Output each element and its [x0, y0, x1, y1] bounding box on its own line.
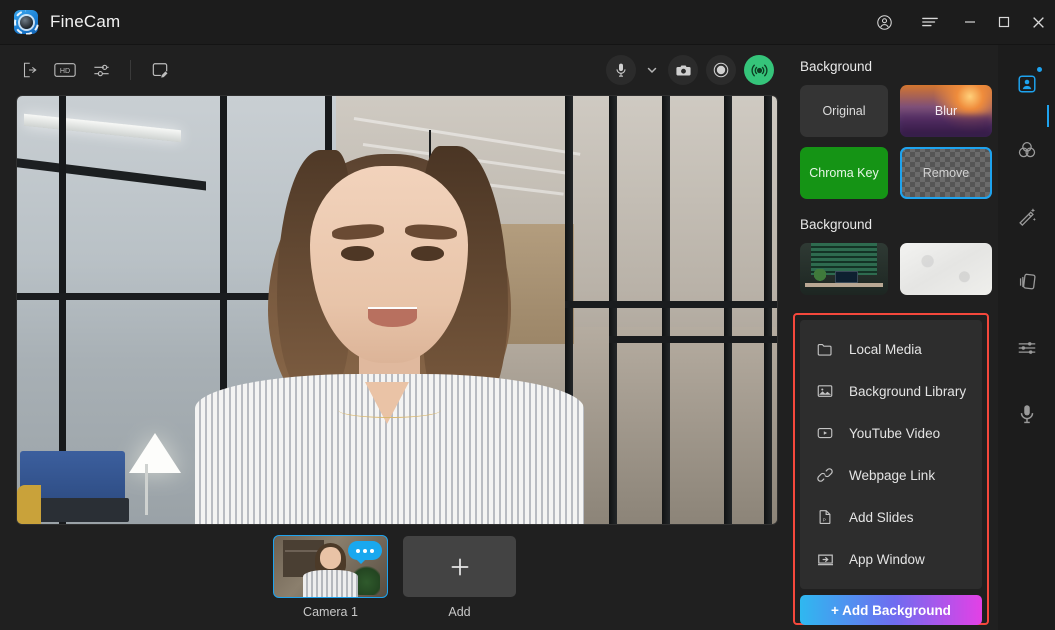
background-thumbnail-marble[interactable] — [900, 243, 992, 295]
background-mode-original[interactable]: Original — [800, 85, 888, 137]
annotate-button[interactable] — [145, 56, 175, 84]
background-mode-remove-label: Remove — [922, 166, 970, 180]
menu-item-local-media-label: Local Media — [849, 341, 922, 357]
background-library-title: Background — [800, 217, 873, 232]
play-rectangle-icon — [814, 422, 836, 444]
add-background-button[interactable]: + Add Background — [800, 595, 982, 625]
app-title: FineCam — [50, 12, 121, 31]
svg-text:P: P — [823, 518, 826, 524]
camera-strip: Camera 1 Add — [0, 532, 790, 630]
background-thumbnail-office[interactable] — [800, 243, 888, 295]
menu-item-app-window-label: App Window — [849, 551, 925, 567]
menu-item-local-media[interactable]: Local Media — [800, 328, 982, 370]
add-camera-button[interactable] — [403, 536, 516, 597]
add-background-menu-highlight: Local Media Background Library YouTube V… — [793, 313, 989, 625]
background-mode-chroma-key-label: Chroma Key — [809, 166, 879, 180]
rail-beautify-tab[interactable] — [1010, 199, 1044, 233]
rail-audio-tab[interactable] — [1010, 397, 1044, 431]
window-controls — [861, 0, 1055, 45]
link-chain-icon — [814, 464, 836, 486]
svg-text:HD: HD — [60, 67, 70, 75]
rail-active-indicator — [1047, 105, 1049, 127]
live-broadcast-button[interactable] — [744, 55, 774, 85]
folder-icon — [814, 338, 836, 360]
app-window-arrow-icon — [814, 548, 836, 570]
add-camera-cell: Add — [403, 536, 516, 630]
finecam-window: FineCam HD Camera 1 Add Background Origi… — [0, 0, 1055, 630]
camera-1-label: Camera 1 — [303, 605, 358, 619]
background-mode-chroma-key[interactable]: Chroma Key — [800, 147, 888, 199]
finecam-logo-icon — [14, 10, 38, 34]
person-on-camera — [194, 130, 584, 524]
adjust-settings-button[interactable] — [86, 56, 116, 84]
menu-item-add-slides-label: Add Slides — [849, 509, 914, 525]
exit-button[interactable] — [14, 56, 44, 84]
toolbar-divider — [130, 60, 131, 80]
menu-item-add-slides[interactable]: P Add Slides — [800, 496, 982, 538]
hd-quality-button[interactable]: HD — [50, 56, 80, 84]
background-mode-blur[interactable]: Blur — [900, 85, 992, 137]
rail-background-notification-dot — [1036, 67, 1042, 72]
add-camera-label: Add — [448, 605, 471, 619]
menu-item-app-window[interactable]: App Window — [800, 538, 982, 580]
main-toolbar: HD — [0, 45, 790, 95]
background-mode-blur-label: Blur — [934, 104, 958, 118]
menu-item-background-library[interactable]: Background Library — [800, 370, 982, 412]
menu-item-background-library-label: Background Library — [849, 383, 967, 399]
right-rail — [998, 45, 1055, 630]
microphone-button[interactable] — [606, 55, 636, 85]
snapshot-button[interactable] — [668, 55, 698, 85]
background-mode-title: Background — [800, 59, 873, 74]
microphone-dropdown[interactable] — [644, 64, 660, 76]
camera-cell: Camera 1 — [273, 535, 388, 630]
menu-item-webpage-link[interactable]: Webpage Link — [800, 454, 982, 496]
menu-item-youtube-video[interactable]: YouTube Video — [800, 412, 982, 454]
background-mode-grid: Original Blur Chroma Key Remove — [800, 85, 998, 199]
maximize-button[interactable] — [987, 0, 1021, 45]
rail-layers-tab[interactable] — [1010, 265, 1044, 299]
rail-background-tab[interactable] — [1010, 67, 1044, 101]
hamburger-menu-button[interactable] — [907, 0, 953, 45]
powerpoint-file-icon: P — [814, 506, 836, 528]
record-button[interactable] — [706, 55, 736, 85]
rail-adjust-tab[interactable] — [1010, 331, 1044, 365]
background-mode-remove[interactable]: Remove — [900, 147, 992, 199]
menu-item-webpage-link-label: Webpage Link — [849, 467, 936, 483]
background-thumbnail-grid — [800, 243, 998, 295]
video-scene — [17, 96, 777, 524]
account-button[interactable] — [861, 0, 907, 45]
rail-color-tab[interactable] — [1010, 133, 1044, 167]
close-button[interactable] — [1021, 0, 1055, 45]
add-background-menu: Local Media Background Library YouTube V… — [800, 320, 982, 589]
toolbar-left-group: HD — [14, 56, 175, 84]
menu-item-youtube-video-label: YouTube Video — [849, 425, 941, 441]
background-mode-original-label: Original — [822, 104, 866, 118]
minimize-button[interactable] — [953, 0, 987, 45]
camera-1-thumbnail[interactable] — [273, 535, 388, 598]
title-bar: FineCam — [0, 0, 1055, 45]
image-icon — [814, 380, 836, 402]
video-preview[interactable] — [16, 95, 778, 525]
speech-bubble-dots-icon[interactable] — [348, 541, 382, 564]
toolbar-center-group — [606, 55, 774, 85]
